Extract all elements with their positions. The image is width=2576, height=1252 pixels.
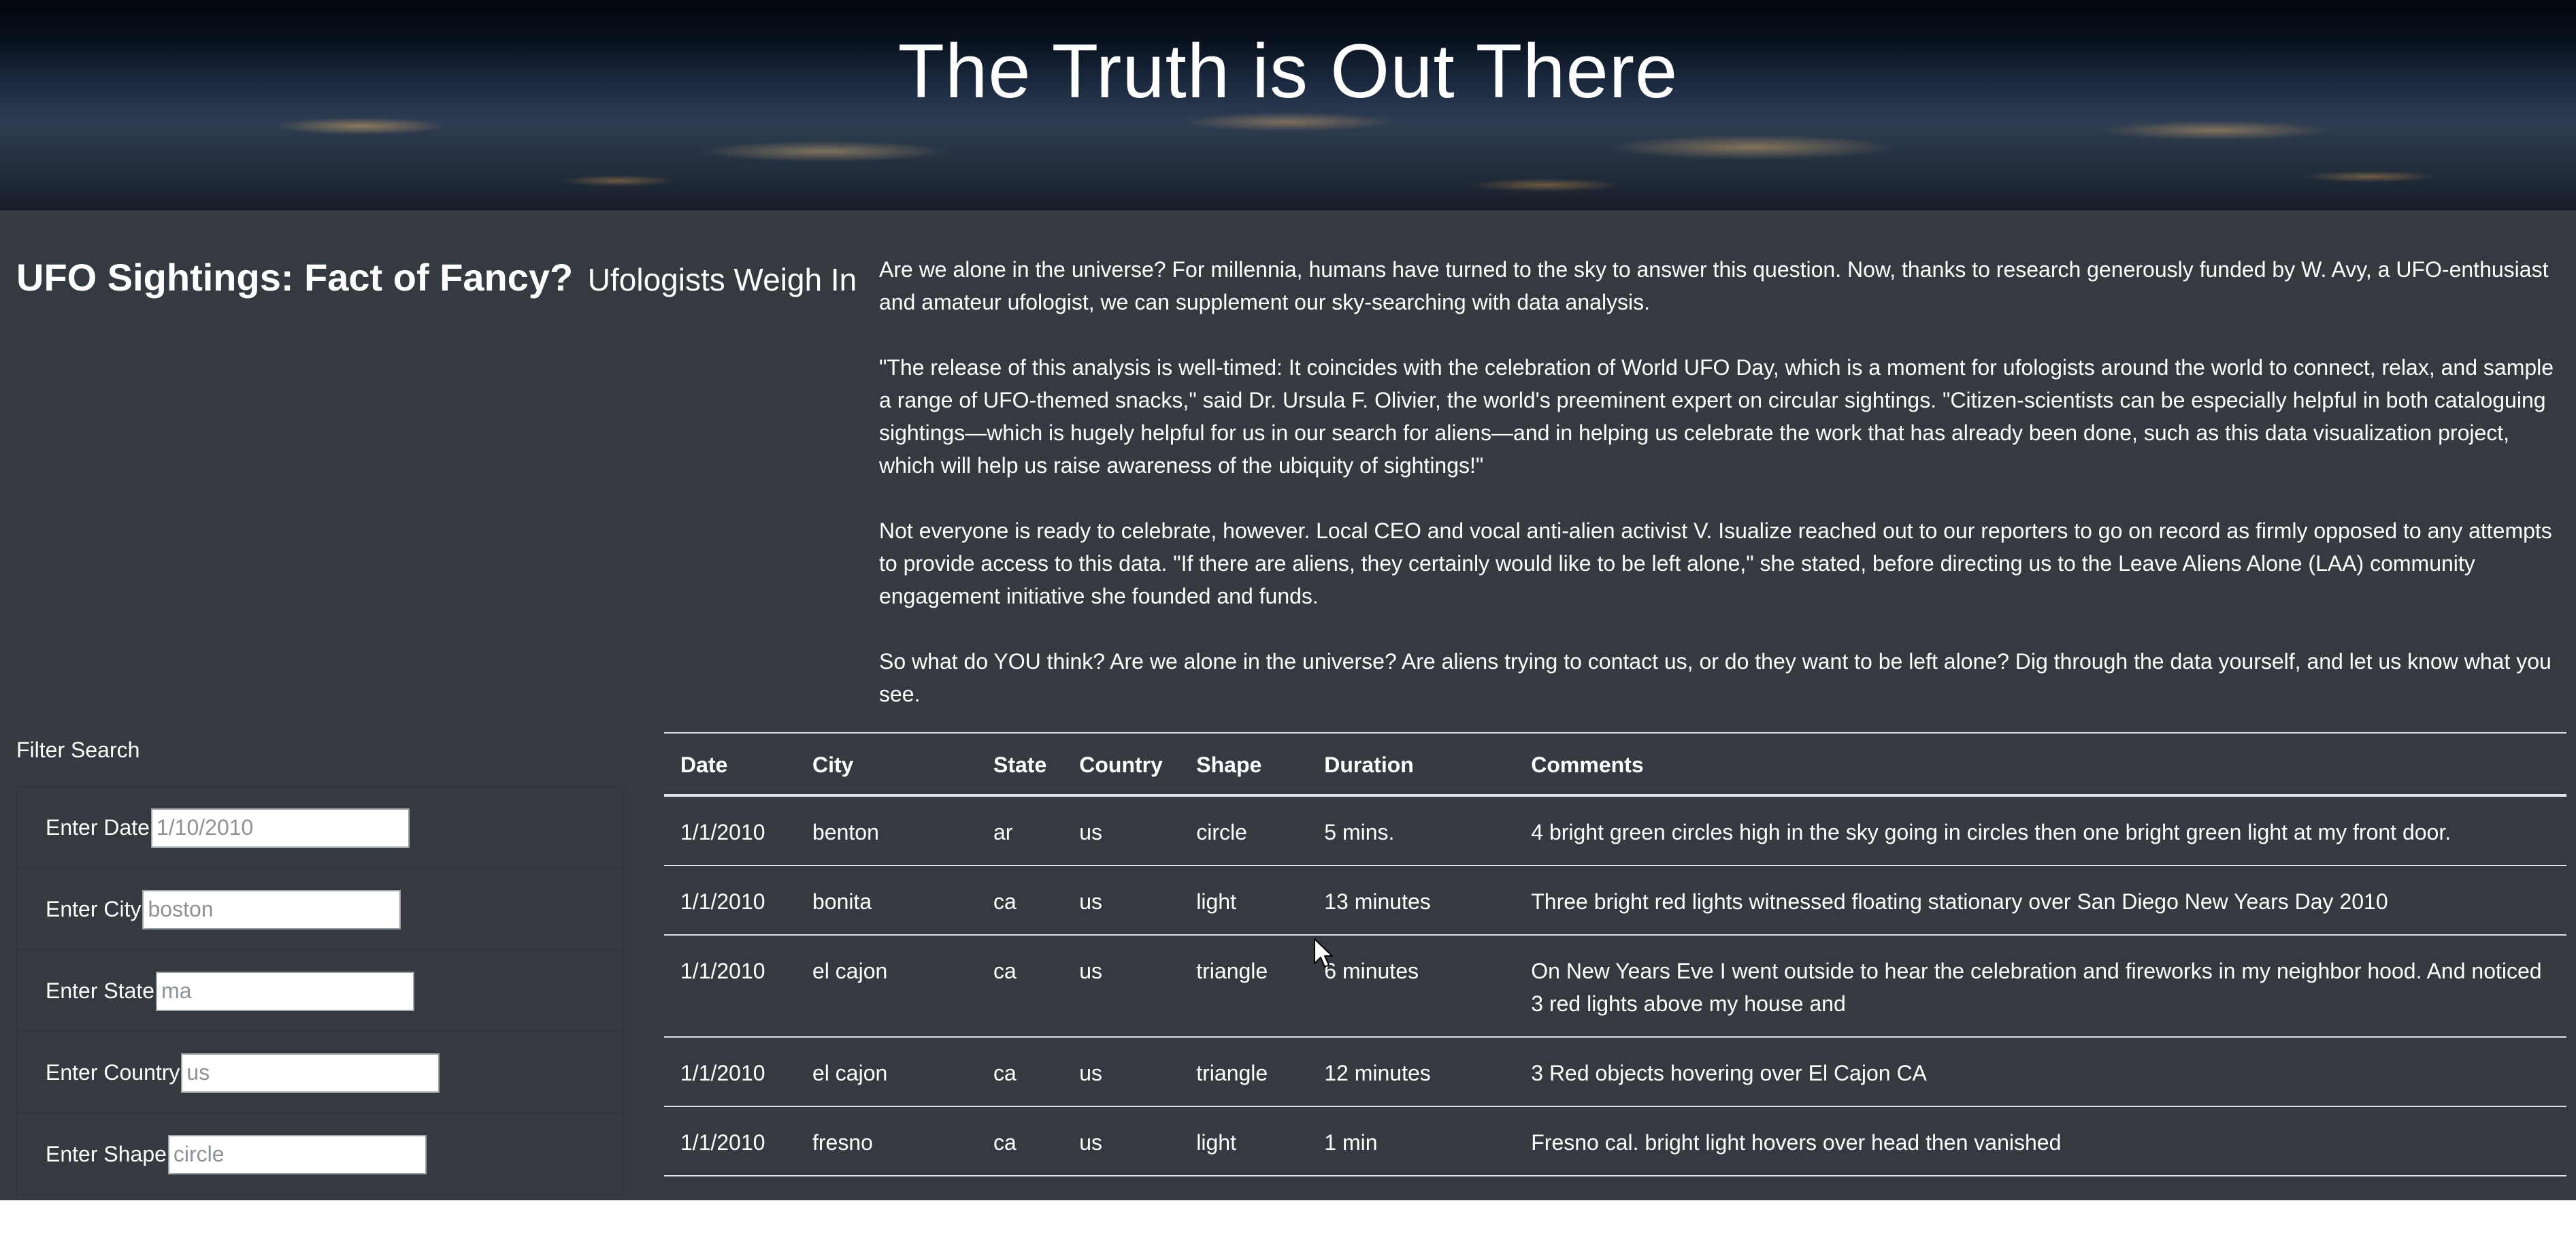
- ufo-sightings-table: Date City State Country Shape Duration C…: [664, 732, 2566, 1200]
- country-input[interactable]: [181, 1053, 440, 1093]
- cell-comments: Three bright red lights witnessed floati…: [1515, 865, 2566, 935]
- cell-country: us: [1063, 934, 1180, 1037]
- cell-shape: triangle: [1180, 1036, 1308, 1106]
- cell-shape: triangle: [1180, 934, 1308, 1037]
- cell-city: bonita: [796, 865, 977, 935]
- cell-duration: 5 mins.: [1308, 795, 1515, 866]
- cell-duration: a few minutes: [1308, 1175, 1515, 1200]
- city-label: Enter City: [46, 897, 142, 921]
- cell-comments: Fresno cal. bright light hovers over hea…: [1515, 1106, 2566, 1176]
- cell-city: grants pass: [796, 1175, 977, 1200]
- hero-banner: The Truth is Out There: [0, 0, 2576, 210]
- column-header-date: Date: [664, 732, 796, 797]
- cell-shape: circle: [1180, 795, 1308, 866]
- cell-city: fresno: [796, 1106, 977, 1176]
- cell-country: us: [1063, 1106, 1180, 1176]
- cell-shape: light: [1180, 1106, 1308, 1176]
- cell-date: 1/1/2010: [664, 1106, 796, 1176]
- country-label: Enter Country: [46, 1060, 180, 1085]
- intro-paragraph: Are we alone in the universe? For millen…: [879, 257, 2549, 314]
- filter-row-state: Enter State: [17, 951, 623, 1032]
- cell-comments: On New Years Eve I went outside to hear …: [1515, 934, 2566, 1037]
- cell-date: 1/1/2010: [664, 1175, 796, 1200]
- cell-duration: 1 min: [1308, 1106, 1515, 1176]
- cell-shape: light: [1180, 865, 1308, 935]
- arrow-cursor-icon: [1313, 938, 1334, 972]
- page-heading: UFO Sightings: Fact of Fancy? Ufologists…: [16, 250, 857, 307]
- filter-row-country: Enter Country: [17, 1032, 623, 1114]
- cell-state: ca: [977, 1106, 1063, 1176]
- filter-row-city: Enter City: [17, 869, 623, 951]
- cell-duration: 13 minutes: [1308, 865, 1515, 935]
- column-header-country: Country: [1063, 732, 1180, 797]
- table-row: 1/1/2010 el cajon ca us triangle 12 minu…: [664, 1036, 2566, 1106]
- shape-input[interactable]: [167, 1134, 427, 1174]
- state-input[interactable]: [156, 971, 415, 1011]
- hero-title: The Truth is Out There: [897, 29, 1679, 114]
- intro-paragraph: "The release of this analysis is well-ti…: [879, 355, 2554, 478]
- intro-paragraph: So what do YOU think? Are we alone in th…: [879, 649, 2552, 706]
- table-row: 1/1/2010 el cajon ca us triangle 6 minut…: [664, 934, 2566, 1037]
- intro-article: Are we alone in the universe? For millen…: [879, 253, 2566, 743]
- column-header-city: City: [796, 732, 977, 797]
- filter-row-shape: Enter Shape: [17, 1114, 623, 1196]
- page-heading-subtitle: Ufologists Weigh In: [587, 262, 857, 297]
- table-row: 1/1/2010 fresno ca us light 1 min Fresno…: [664, 1106, 2566, 1176]
- cell-country: us: [1063, 1175, 1180, 1200]
- filter-form: Enter Date Enter City Enter State Enter …: [16, 787, 623, 1200]
- cell-duration: 12 minutes: [1308, 1036, 1515, 1106]
- date-input[interactable]: [150, 808, 410, 848]
- table-header-row: Date City State Country Shape Duration C…: [664, 732, 2566, 797]
- state-label: Enter State: [46, 978, 155, 1003]
- page-heading-main: UFO Sightings: Fact of Fancy?: [16, 256, 574, 299]
- city-input[interactable]: [142, 889, 401, 929]
- cell-city: el cajon: [796, 934, 977, 1037]
- cell-date: 1/1/2010: [664, 934, 796, 1037]
- cell-state: ar: [977, 795, 1063, 866]
- table-row: 1/1/2010 bonita ca us light 13 minutes T…: [664, 865, 2566, 935]
- cell-country: us: [1063, 1036, 1180, 1106]
- column-header-duration: Duration: [1308, 732, 1515, 797]
- intro-paragraph: Not everyone is ready to celebrate, howe…: [879, 518, 2552, 608]
- cell-state: ca: [977, 865, 1063, 935]
- cell-date: 1/1/2010: [664, 865, 796, 935]
- cell-comments: Triangle shaped craft with three red lig…: [1515, 1175, 2566, 1200]
- cell-country: us: [1063, 795, 1180, 866]
- cell-date: 1/1/2010: [664, 795, 796, 866]
- cell-city: el cajon: [796, 1036, 977, 1106]
- filter-row-date: Enter Date: [17, 787, 623, 869]
- table-row: 1/1/2010 benton ar us circle 5 mins. 4 b…: [664, 795, 2566, 866]
- shape-label: Enter Shape: [46, 1142, 167, 1166]
- cell-city: benton: [796, 795, 977, 866]
- column-header-shape: Shape: [1180, 732, 1308, 797]
- cell-state: or: [977, 1175, 1063, 1200]
- cell-comments: 4 bright green circles high in the sky g…: [1515, 795, 2566, 866]
- cell-state: ca: [977, 1036, 1063, 1106]
- page-viewport: The Truth is Out There UFO Sightings: Fa…: [0, 0, 2576, 1200]
- cell-duration: 6 minutes: [1308, 934, 1515, 1037]
- cell-comments: 3 Red objects hovering over El Cajon CA: [1515, 1036, 2566, 1106]
- cell-date: 1/1/2010: [664, 1036, 796, 1106]
- cell-state: ca: [977, 934, 1063, 1037]
- column-header-state: State: [977, 732, 1063, 797]
- table-row: 1/1/2010 grants pass or us triangle a fe…: [664, 1175, 2566, 1200]
- cell-country: us: [1063, 865, 1180, 935]
- date-label: Enter Date: [46, 815, 150, 840]
- column-header-comments: Comments: [1515, 732, 2566, 797]
- filter-search-title: Filter Search: [16, 738, 140, 762]
- cell-shape: triangle: [1180, 1175, 1308, 1200]
